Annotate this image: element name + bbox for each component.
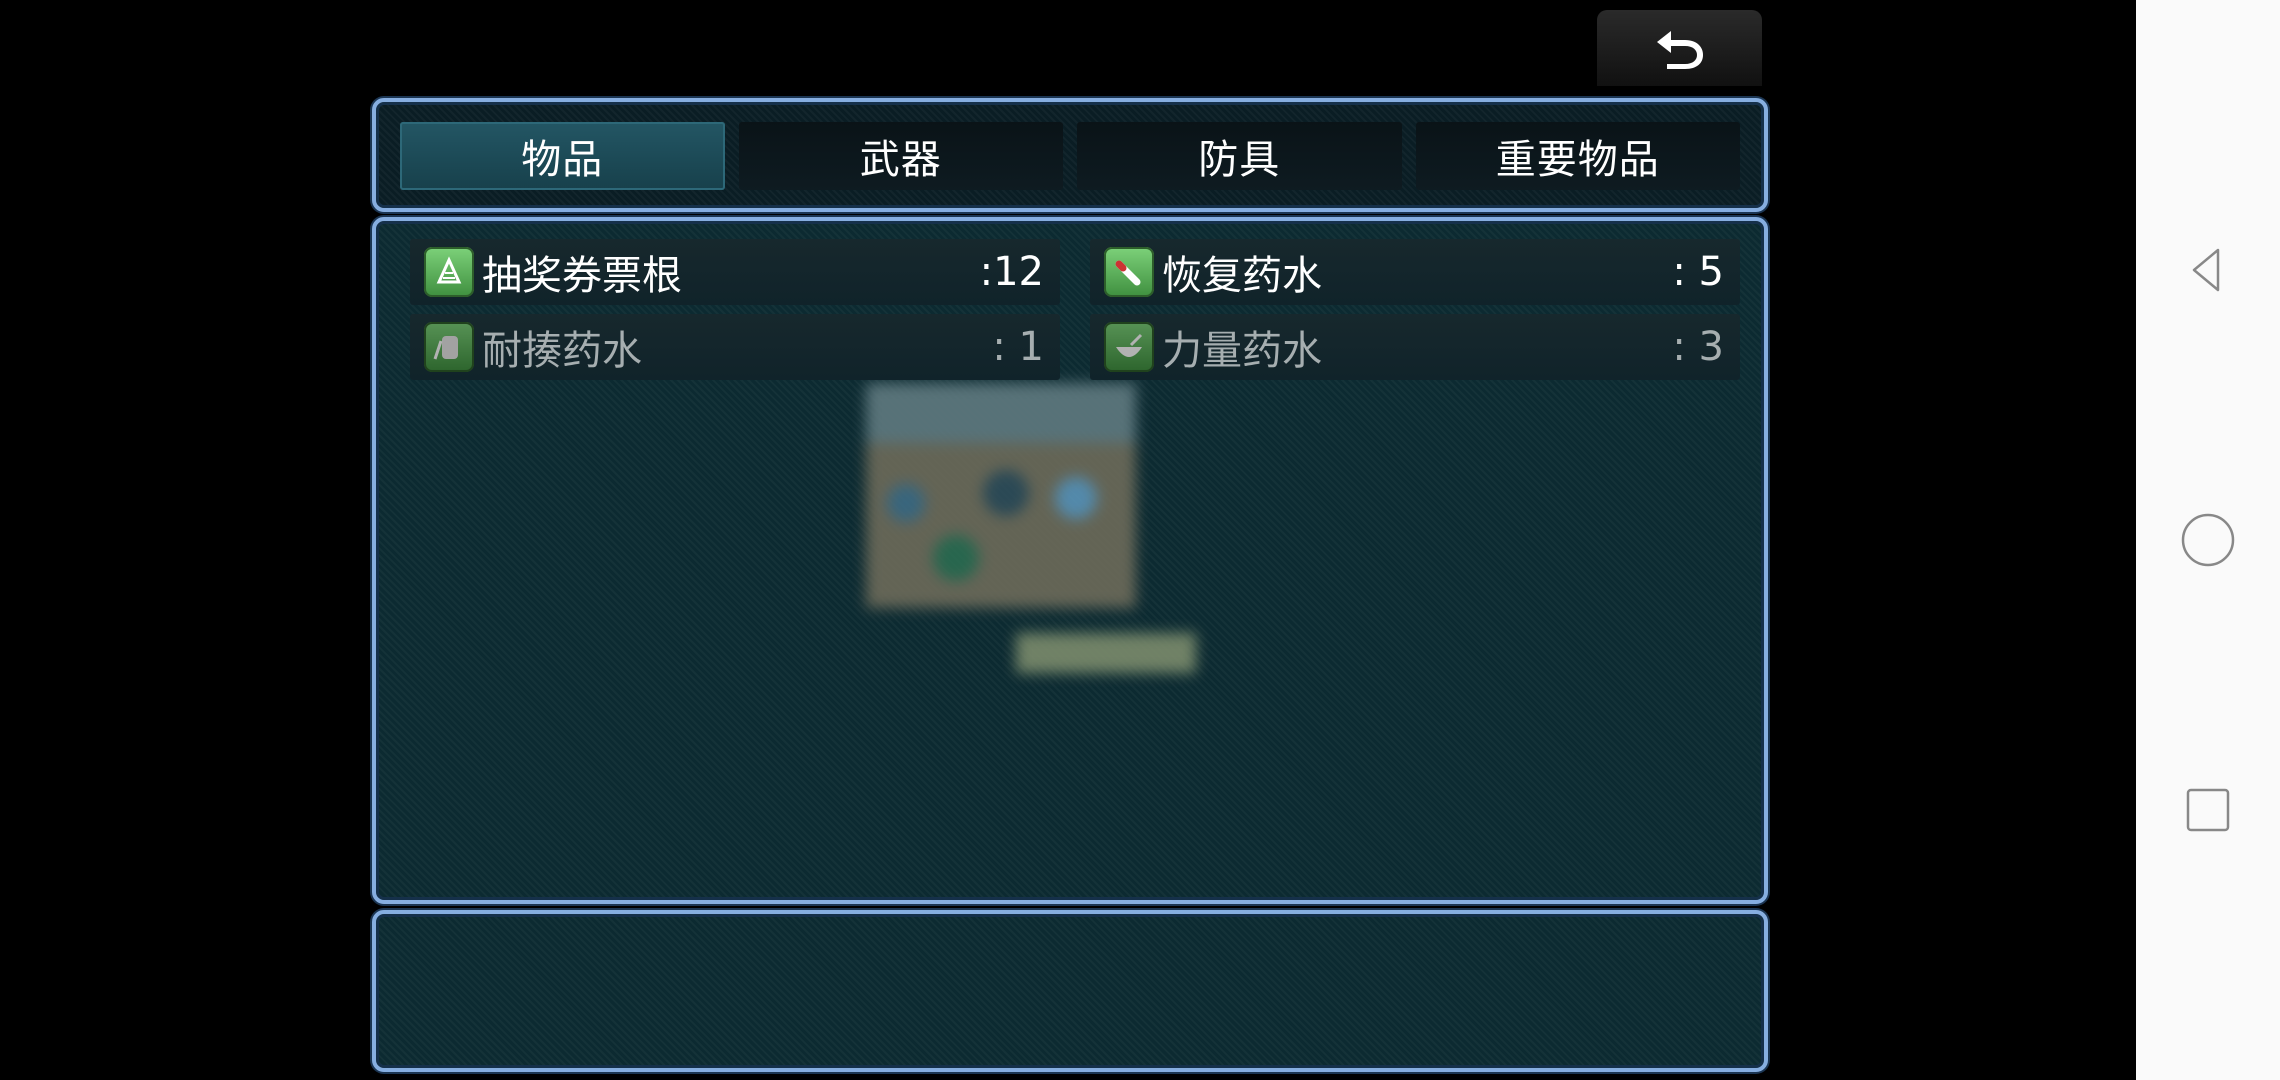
- potion-icon: [1104, 247, 1154, 297]
- return-button[interactable]: [1597, 10, 1762, 86]
- category-tabs-panel: 物品 武器 防具 重要物品: [372, 98, 1768, 212]
- item-list-panel: 抽奖券票根 :12 恢复药水 : 5 耐揍药水 : 1 力量药水 : 3: [372, 217, 1768, 904]
- home-circle-icon: [2181, 513, 2235, 567]
- item-description-panel: [372, 910, 1768, 1072]
- nav-recents-button[interactable]: [2178, 780, 2238, 840]
- category-tabs: 物品 武器 防具 重要物品: [400, 122, 1740, 190]
- item-name: 力量药水: [1162, 328, 1322, 374]
- ticket-icon: [424, 247, 474, 297]
- item-count: : 1: [992, 324, 1044, 370]
- item-row-recovery-potion[interactable]: 恢复药水 : 5: [1090, 239, 1740, 305]
- tab-items[interactable]: 物品: [400, 122, 725, 190]
- map-preview-image: [866, 383, 1196, 673]
- system-navigation-bar: [2136, 0, 2280, 1080]
- item-count: : 5: [1672, 249, 1724, 295]
- tab-weapons[interactable]: 武器: [738, 122, 1063, 190]
- game-screen: 物品 武器 防具 重要物品 抽奖券票根 :12 恢复药水 : 5 耐揍药水: …: [0, 0, 2136, 1080]
- back-triangle-icon: [2192, 248, 2220, 292]
- item-name: 耐揍药水: [482, 328, 642, 374]
- item-count: : 3: [1672, 324, 1724, 370]
- tab-armor[interactable]: 防具: [1077, 122, 1402, 190]
- item-name: 恢复药水: [1162, 253, 1322, 299]
- item-row-endurance-potion[interactable]: 耐揍药水 : 1: [410, 314, 1060, 380]
- return-arrow-icon: [1656, 31, 1703, 69]
- tab-key-items[interactable]: 重要物品: [1415, 122, 1740, 190]
- item-count: :12: [979, 249, 1044, 295]
- recents-square-icon: [2186, 788, 2230, 832]
- item-name: 抽奖券票根: [482, 253, 682, 299]
- bottle-icon: [424, 322, 474, 372]
- nav-back-button[interactable]: [2178, 240, 2238, 300]
- item-row-lottery-stub[interactable]: 抽奖券票根 :12: [410, 239, 1060, 305]
- bowl-icon: [1104, 322, 1154, 372]
- nav-home-button[interactable]: [2178, 510, 2238, 570]
- item-row-strength-potion[interactable]: 力量药水 : 3: [1090, 314, 1740, 380]
